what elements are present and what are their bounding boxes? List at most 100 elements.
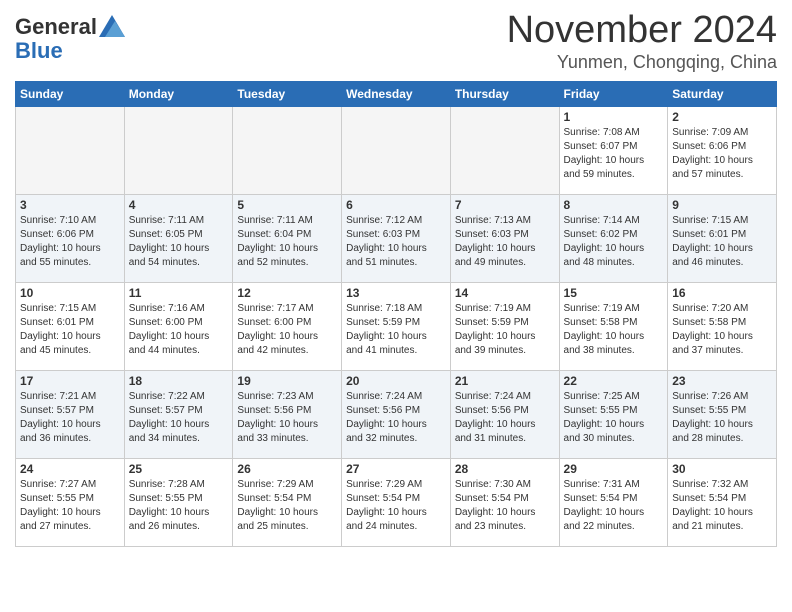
calendar-cell: 28 Sunrise: 7:30 AM Sunset: 5:54 PM Dayli… [450,458,559,546]
calendar-cell: 19 Sunrise: 7:23 AM Sunset: 5:56 PM Dayli… [233,370,342,458]
calendar-cell: 12Sunrise: 7:17 AM Sunset: 6:00 PM Dayli… [233,282,342,370]
day-info: Sunrise: 7:18 AM Sunset: 5:59 PM Dayligh… [346,302,446,358]
calendar-cell: 26 Sunrise: 7:29 AM Sunset: 5:54 PM Dayli… [233,458,342,546]
day-number: 26 [237,462,337,476]
calendar-cell: 25 Sunrise: 7:28 AM Sunset: 5:55 PM Dayli… [124,458,233,546]
calendar: SundayMondayTuesdayWednesdayThursdayFrid… [15,81,777,547]
day-info: Sunrise: 7:11 AM Sunset: 6:04 PM Dayligh… [237,214,337,270]
day-number: 27 [346,462,446,476]
calendar-cell [342,106,451,194]
calendar-cell: 5 Sunrise: 7:11 AM Sunset: 6:04 PM Daylig… [233,194,342,282]
calendar-cell: 24 Sunrise: 7:27 AM Sunset: 5:55 PM Dayli… [16,458,125,546]
day-info: Sunrise: 7:21 AM Sunset: 5:57 PM Dayligh… [20,390,120,446]
day-number: 8 [564,198,664,212]
day-number: 9 [672,198,772,212]
calendar-cell: 11 Sunrise: 7:16 AM Sunset: 6:00 PM Dayli… [124,282,233,370]
day-number: 7 [455,198,555,212]
day-number: 14 [455,286,555,300]
day-number: 6 [346,198,446,212]
day-number: 19 [237,374,337,388]
day-info: Sunrise: 7:09 AM Sunset: 6:06 PM Dayligh… [672,126,772,182]
day-number: 24 [20,462,120,476]
calendar-cell [124,106,233,194]
day-number: 23 [672,374,772,388]
weekday-header-saturday: Saturday [668,81,777,106]
weekday-header-monday: Monday [124,81,233,106]
day-number: 12 [237,286,337,300]
page: General Blue November 2024 Yunmen, Chong… [0,0,792,557]
header: General Blue November 2024 Yunmen, Chong… [15,10,777,73]
day-info: Sunrise: 7:23 AM Sunset: 5:56 PM Dayligh… [237,390,337,446]
day-info: Sunrise: 7:24 AM Sunset: 5:56 PM Dayligh… [455,390,555,446]
day-info: Sunrise: 7:31 AM Sunset: 5:54 PM Dayligh… [564,478,664,534]
calendar-cell: 9Sunrise: 7:15 AM Sunset: 6:01 PM Daylig… [668,194,777,282]
weekday-header-wednesday: Wednesday [342,81,451,106]
day-number: 15 [564,286,664,300]
day-info: Sunrise: 7:14 AM Sunset: 6:02 PM Dayligh… [564,214,664,270]
calendar-cell: 13Sunrise: 7:18 AM Sunset: 5:59 PM Dayli… [342,282,451,370]
calendar-cell [16,106,125,194]
day-info: Sunrise: 7:28 AM Sunset: 5:55 PM Dayligh… [129,478,229,534]
logo: General Blue [15,14,125,64]
day-number: 20 [346,374,446,388]
title-block: November 2024 Yunmen, Chongqing, China [507,10,777,73]
day-info: Sunrise: 7:12 AM Sunset: 6:03 PM Dayligh… [346,214,446,270]
day-number: 4 [129,198,229,212]
calendar-cell: 6 Sunrise: 7:12 AM Sunset: 6:03 PM Daylig… [342,194,451,282]
day-number: 10 [20,286,120,300]
calendar-week-row: 24 Sunrise: 7:27 AM Sunset: 5:55 PM Dayli… [16,458,777,546]
day-number: 30 [672,462,772,476]
calendar-cell: 17 Sunrise: 7:21 AM Sunset: 5:57 PM Dayli… [16,370,125,458]
day-info: Sunrise: 7:22 AM Sunset: 5:57 PM Dayligh… [129,390,229,446]
logo-icon [99,15,125,37]
calendar-cell: 23 Sunrise: 7:26 AM Sunset: 5:55 PM Dayli… [668,370,777,458]
calendar-cell: 7Sunrise: 7:13 AM Sunset: 6:03 PM Daylig… [450,194,559,282]
day-info: Sunrise: 7:30 AM Sunset: 5:54 PM Dayligh… [455,478,555,534]
day-number: 21 [455,374,555,388]
day-number: 5 [237,198,337,212]
calendar-week-row: 1 Sunrise: 7:08 AM Sunset: 6:07 PM Daylig… [16,106,777,194]
day-info: Sunrise: 7:27 AM Sunset: 5:55 PM Dayligh… [20,478,120,534]
weekday-header-friday: Friday [559,81,668,106]
calendar-week-row: 10Sunrise: 7:15 AM Sunset: 6:01 PM Dayli… [16,282,777,370]
day-number: 2 [672,110,772,124]
weekday-header-sunday: Sunday [16,81,125,106]
calendar-week-row: 3Sunrise: 7:10 AM Sunset: 6:06 PM Daylig… [16,194,777,282]
weekday-header-thursday: Thursday [450,81,559,106]
day-info: Sunrise: 7:26 AM Sunset: 5:55 PM Dayligh… [672,390,772,446]
day-number: 25 [129,462,229,476]
calendar-cell: 2 Sunrise: 7:09 AM Sunset: 6:06 PM Daylig… [668,106,777,194]
day-number: 3 [20,198,120,212]
calendar-header-row: SundayMondayTuesdayWednesdayThursdayFrid… [16,81,777,106]
month-title: November 2024 [507,10,777,52]
day-info: Sunrise: 7:29 AM Sunset: 5:54 PM Dayligh… [237,478,337,534]
day-number: 16 [672,286,772,300]
day-number: 1 [564,110,664,124]
calendar-cell: 29Sunrise: 7:31 AM Sunset: 5:54 PM Dayli… [559,458,668,546]
day-info: Sunrise: 7:29 AM Sunset: 5:54 PM Dayligh… [346,478,446,534]
day-number: 22 [564,374,664,388]
day-info: Sunrise: 7:19 AM Sunset: 5:59 PM Dayligh… [455,302,555,358]
day-info: Sunrise: 7:32 AM Sunset: 5:54 PM Dayligh… [672,478,772,534]
calendar-cell: 22Sunrise: 7:25 AM Sunset: 5:55 PM Dayli… [559,370,668,458]
day-info: Sunrise: 7:16 AM Sunset: 6:00 PM Dayligh… [129,302,229,358]
calendar-cell: 8 Sunrise: 7:14 AM Sunset: 6:02 PM Daylig… [559,194,668,282]
location-title: Yunmen, Chongqing, China [507,52,777,73]
logo-general-text: General [15,14,97,40]
day-number: 28 [455,462,555,476]
calendar-cell: 27 Sunrise: 7:29 AM Sunset: 5:54 PM Dayli… [342,458,451,546]
calendar-cell [450,106,559,194]
day-number: 11 [129,286,229,300]
day-info: Sunrise: 7:08 AM Sunset: 6:07 PM Dayligh… [564,126,664,182]
day-number: 17 [20,374,120,388]
calendar-week-row: 17 Sunrise: 7:21 AM Sunset: 5:57 PM Dayli… [16,370,777,458]
calendar-cell: 30 Sunrise: 7:32 AM Sunset: 5:54 PM Dayli… [668,458,777,546]
calendar-cell [233,106,342,194]
logo-blue-text: Blue [15,38,63,63]
calendar-cell: 4 Sunrise: 7:11 AM Sunset: 6:05 PM Daylig… [124,194,233,282]
calendar-cell: 15 Sunrise: 7:19 AM Sunset: 5:58 PM Dayli… [559,282,668,370]
calendar-cell: 3Sunrise: 7:10 AM Sunset: 6:06 PM Daylig… [16,194,125,282]
day-info: Sunrise: 7:11 AM Sunset: 6:05 PM Dayligh… [129,214,229,270]
calendar-cell: 18Sunrise: 7:22 AM Sunset: 5:57 PM Dayli… [124,370,233,458]
day-info: Sunrise: 7:19 AM Sunset: 5:58 PM Dayligh… [564,302,664,358]
